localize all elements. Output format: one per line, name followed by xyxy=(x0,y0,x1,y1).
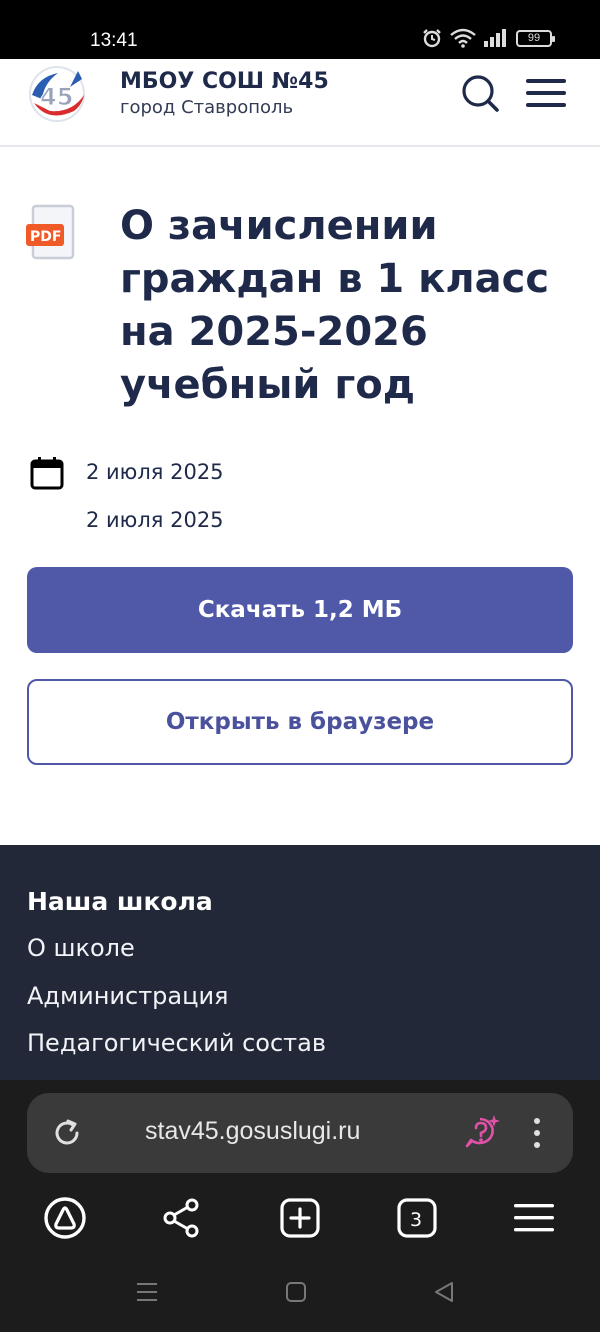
footer-link-administration[interactable]: Администрация xyxy=(27,982,229,1010)
status-icons: 99 xyxy=(422,28,555,48)
browser-menu-icon[interactable] xyxy=(511,1195,557,1241)
alarm-icon xyxy=(423,29,441,48)
more-options-icon[interactable] xyxy=(527,1115,547,1151)
footer-heading: Наша школа xyxy=(27,887,213,916)
school-logo[interactable]: 45 xyxy=(28,65,86,123)
site-header: 45 МБОУ СОШ №45 город Ставрополь xyxy=(0,59,600,147)
search-icon[interactable] xyxy=(460,73,500,113)
browser-nav-row: 3 xyxy=(0,1195,600,1245)
footer-link-about[interactable]: О школе xyxy=(27,934,135,962)
ai-assistant-icon[interactable] xyxy=(463,1113,501,1151)
new-tab-icon[interactable] xyxy=(277,1195,323,1241)
status-bar: 13:41 99 xyxy=(0,0,600,59)
status-time: 13:41 xyxy=(90,30,138,51)
open-in-browser-button[interactable]: Открыть в браузере xyxy=(27,679,573,765)
signal-icon xyxy=(484,29,506,47)
site-footer: Наша школа О школе Администрация Педагог… xyxy=(0,845,600,1085)
document-title: О зачислении граждан в 1 класс на 2025-2… xyxy=(120,203,550,408)
browser-toolbar: stav45.gosuslugi.ru 3 xyxy=(0,1080,600,1332)
logo-text: 45 xyxy=(40,83,73,111)
hamburger-menu-icon[interactable] xyxy=(524,75,568,111)
school-city: город Ставрополь xyxy=(120,97,294,118)
download-button[interactable]: Скачать 1,2 МБ xyxy=(27,567,573,653)
back-icon[interactable] xyxy=(431,1279,457,1305)
wifi-icon xyxy=(450,28,476,48)
document-date-updated: 2 июля 2025 xyxy=(86,508,224,532)
system-navigation-bar xyxy=(0,1273,600,1313)
calendar-icon xyxy=(30,457,64,490)
url-text[interactable]: stav45.gosuslugi.ru xyxy=(145,1117,360,1146)
pdf-badge-text: PDF xyxy=(30,229,61,245)
address-bar[interactable]: stav45.gosuslugi.ru xyxy=(27,1093,573,1173)
recent-apps-icon[interactable] xyxy=(134,1279,160,1305)
school-name[interactable]: МБОУ СОШ №45 xyxy=(120,69,329,94)
footer-link-staff[interactable]: Педагогический состав xyxy=(27,1029,326,1057)
document-date-created: 2 июля 2025 xyxy=(86,460,224,484)
tabs-icon[interactable]: 3 xyxy=(394,1195,440,1241)
system-home-icon[interactable] xyxy=(283,1279,309,1305)
battery-icon: 99 xyxy=(516,29,555,47)
home-icon[interactable] xyxy=(42,1195,88,1241)
pdf-file-icon: PDF xyxy=(26,204,75,260)
reload-icon[interactable] xyxy=(51,1117,83,1149)
tabs-count: 3 xyxy=(410,1209,422,1231)
share-icon[interactable] xyxy=(159,1195,205,1241)
